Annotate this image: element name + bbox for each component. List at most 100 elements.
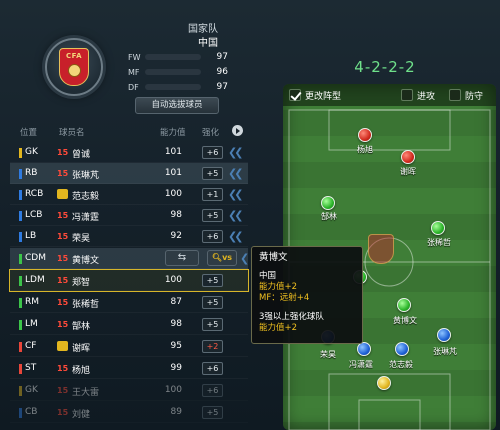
stat-label: MF xyxy=(128,67,140,77)
player-level: 15 xyxy=(57,211,69,220)
stat-label: DF xyxy=(128,82,139,92)
player-level: 15 xyxy=(57,320,69,329)
player-name: 黄博文 xyxy=(72,256,100,266)
pitch-player-name: 张稀哲 xyxy=(427,238,451,247)
strength-badge: +2 xyxy=(202,340,223,353)
chevron-icon[interactable]: ❮❮ xyxy=(228,166,248,181)
pitch-player-name: 谢晖 xyxy=(400,167,416,176)
strength-badge: +6 xyxy=(202,362,223,375)
player-name: 范志毅 xyxy=(72,192,100,202)
auto-select-button[interactable]: 自动选拔球员 xyxy=(135,97,219,114)
player-position: LB xyxy=(25,231,37,241)
tooltip-mf-bonus: MF：远射+4 xyxy=(259,293,310,303)
pitch-player-marker[interactable] xyxy=(431,221,445,235)
player-row[interactable]: GK 15 曾诚 101 +6 ❮❮ xyxy=(10,142,248,163)
position-color-bar xyxy=(19,342,22,352)
player-rating: 87 xyxy=(170,297,182,307)
player-row[interactable]: CB 15 刘健 89 +5 xyxy=(10,402,248,423)
pitch-player-marker[interactable] xyxy=(358,128,372,142)
strength-badge: +5 xyxy=(202,318,223,331)
position-color-bar xyxy=(19,232,22,242)
player-list: 位置 球员名 能力值 强化 GK 15 曾诚 101 +6 ❮❮ RB 15 张… xyxy=(9,122,260,430)
pitch-player-marker[interactable] xyxy=(437,328,451,342)
player-row[interactable]: RCB 范志毅 100 +1 ❮❮ xyxy=(10,184,248,205)
strength-badge: +6 xyxy=(202,146,223,159)
strength-badge: +5 xyxy=(202,167,223,180)
player-position: GK xyxy=(25,147,38,157)
tooltip-gap xyxy=(259,304,355,312)
player-tooltip: 黄博文 中国 能力值+2 MF：远射+4 3强以上强化球队 能力值+2 xyxy=(251,246,363,344)
stat-value: 96 xyxy=(216,67,228,77)
swap-button[interactable]: ⇆ xyxy=(165,250,199,266)
player-position: RB xyxy=(25,168,38,178)
header-name: 球员名 xyxy=(59,128,85,138)
player-rating: 100 xyxy=(164,275,182,285)
pitch-player-name: 冯潇霆 xyxy=(349,360,373,369)
team-kind: 国家队 xyxy=(188,24,218,35)
player-row[interactable]: GK 15 王大雷 100 +6 xyxy=(10,380,248,401)
player-row[interactable]: LM 15 郜林 98 +5 xyxy=(10,314,248,335)
pitch-player-marker[interactable] xyxy=(395,342,409,356)
pitch-player-name: 荣昊 xyxy=(320,350,336,359)
pitch-player-marker[interactable] xyxy=(321,196,335,210)
player-position: ST xyxy=(25,363,37,373)
badge-ball-icon xyxy=(68,64,81,77)
formation-name: 4-2-2-2 xyxy=(354,58,416,76)
stat-track xyxy=(145,84,201,90)
pitch-player-marker[interactable] xyxy=(357,342,371,356)
list-header: 位置 球员名 能力值 强化 xyxy=(10,122,260,140)
player-rating: 95 xyxy=(170,341,182,351)
player-rating: 101 xyxy=(164,168,182,178)
option-defend[interactable]: 防守 xyxy=(449,88,483,102)
checkbox-icon[interactable] xyxy=(449,89,461,101)
strength-badge: +6 xyxy=(202,230,223,243)
pitch-center-badge-icon xyxy=(368,234,394,264)
player-row[interactable]: ST 15 杨旭 99 +6 xyxy=(10,358,248,379)
player-name: 张稀哲 xyxy=(72,300,100,310)
player-name: 杨旭 xyxy=(72,366,91,376)
compare-button[interactable]: 🔍︎vs xyxy=(207,250,237,266)
player-row[interactable]: RM 15 张稀哲 87 +5 xyxy=(10,292,248,313)
player-rating: 99 xyxy=(170,363,182,373)
strength-badge: +6 xyxy=(202,384,223,397)
player-row[interactable]: RB 15 张琳芃 101 +5 ❮❮ xyxy=(10,163,248,184)
chevron-icon[interactable]: ❮❮ xyxy=(228,187,248,202)
pitch-player-marker[interactable] xyxy=(377,376,391,390)
player-level: 15 xyxy=(57,298,69,307)
pitch-player-name: 张琳芃 xyxy=(433,347,457,356)
player-row[interactable]: LB 15 荣昊 92 +6 ❮❮ xyxy=(10,226,248,247)
header-strength: 强化 xyxy=(202,128,220,138)
player-position: LM xyxy=(25,319,38,329)
player-row[interactable]: LCB 15 冯潇霆 98 +5 ❮❮ xyxy=(10,205,248,226)
player-row[interactable]: LDM 15 郑智 100 +5 xyxy=(9,269,249,292)
player-name: 王大雷 xyxy=(72,388,100,398)
tooltip-team-bonus: 能力值+2 xyxy=(259,323,298,333)
play-icon[interactable] xyxy=(232,125,243,136)
player-level: 15 xyxy=(57,386,69,395)
player-position: CF xyxy=(25,341,37,351)
option-label: 防守 xyxy=(465,91,484,102)
pitch-player-marker[interactable] xyxy=(401,150,415,164)
chevron-icon[interactable]: ❮❮ xyxy=(228,145,248,160)
strength-badge: +5 xyxy=(202,296,223,309)
team-header: CFA 国家队 中国 FW 97 MF 96 DF 97 自动选拔球员 xyxy=(0,0,262,125)
checkbox-icon[interactable] xyxy=(401,89,413,101)
checkbox-icon[interactable] xyxy=(289,89,301,101)
chevron-icon[interactable]: ❮❮ xyxy=(228,229,248,244)
position-color-bar xyxy=(19,276,22,286)
option-change-formation[interactable]: 更改阵型 xyxy=(289,88,341,102)
special-card-icon xyxy=(57,189,68,199)
pitch-player-name: 黄博文 xyxy=(393,316,417,325)
player-name: 郜林 xyxy=(72,322,91,332)
player-level: 15 xyxy=(57,408,69,417)
player-row[interactable]: CF 谢晖 95 +2 xyxy=(10,336,248,357)
player-row[interactable]: CDM 15 黄博文 ⇆ 🔍︎vs ❮ xyxy=(10,248,249,269)
position-color-bar xyxy=(19,148,22,158)
option-attack[interactable]: 进攻 xyxy=(401,88,435,102)
chevron-icon[interactable]: ❮❮ xyxy=(228,208,248,223)
team-badge-icon: CFA xyxy=(45,38,103,96)
player-position: RM xyxy=(25,297,40,307)
player-level: 15 xyxy=(57,276,69,285)
pitch-player-marker[interactable] xyxy=(397,298,411,312)
position-color-bar xyxy=(19,211,22,221)
